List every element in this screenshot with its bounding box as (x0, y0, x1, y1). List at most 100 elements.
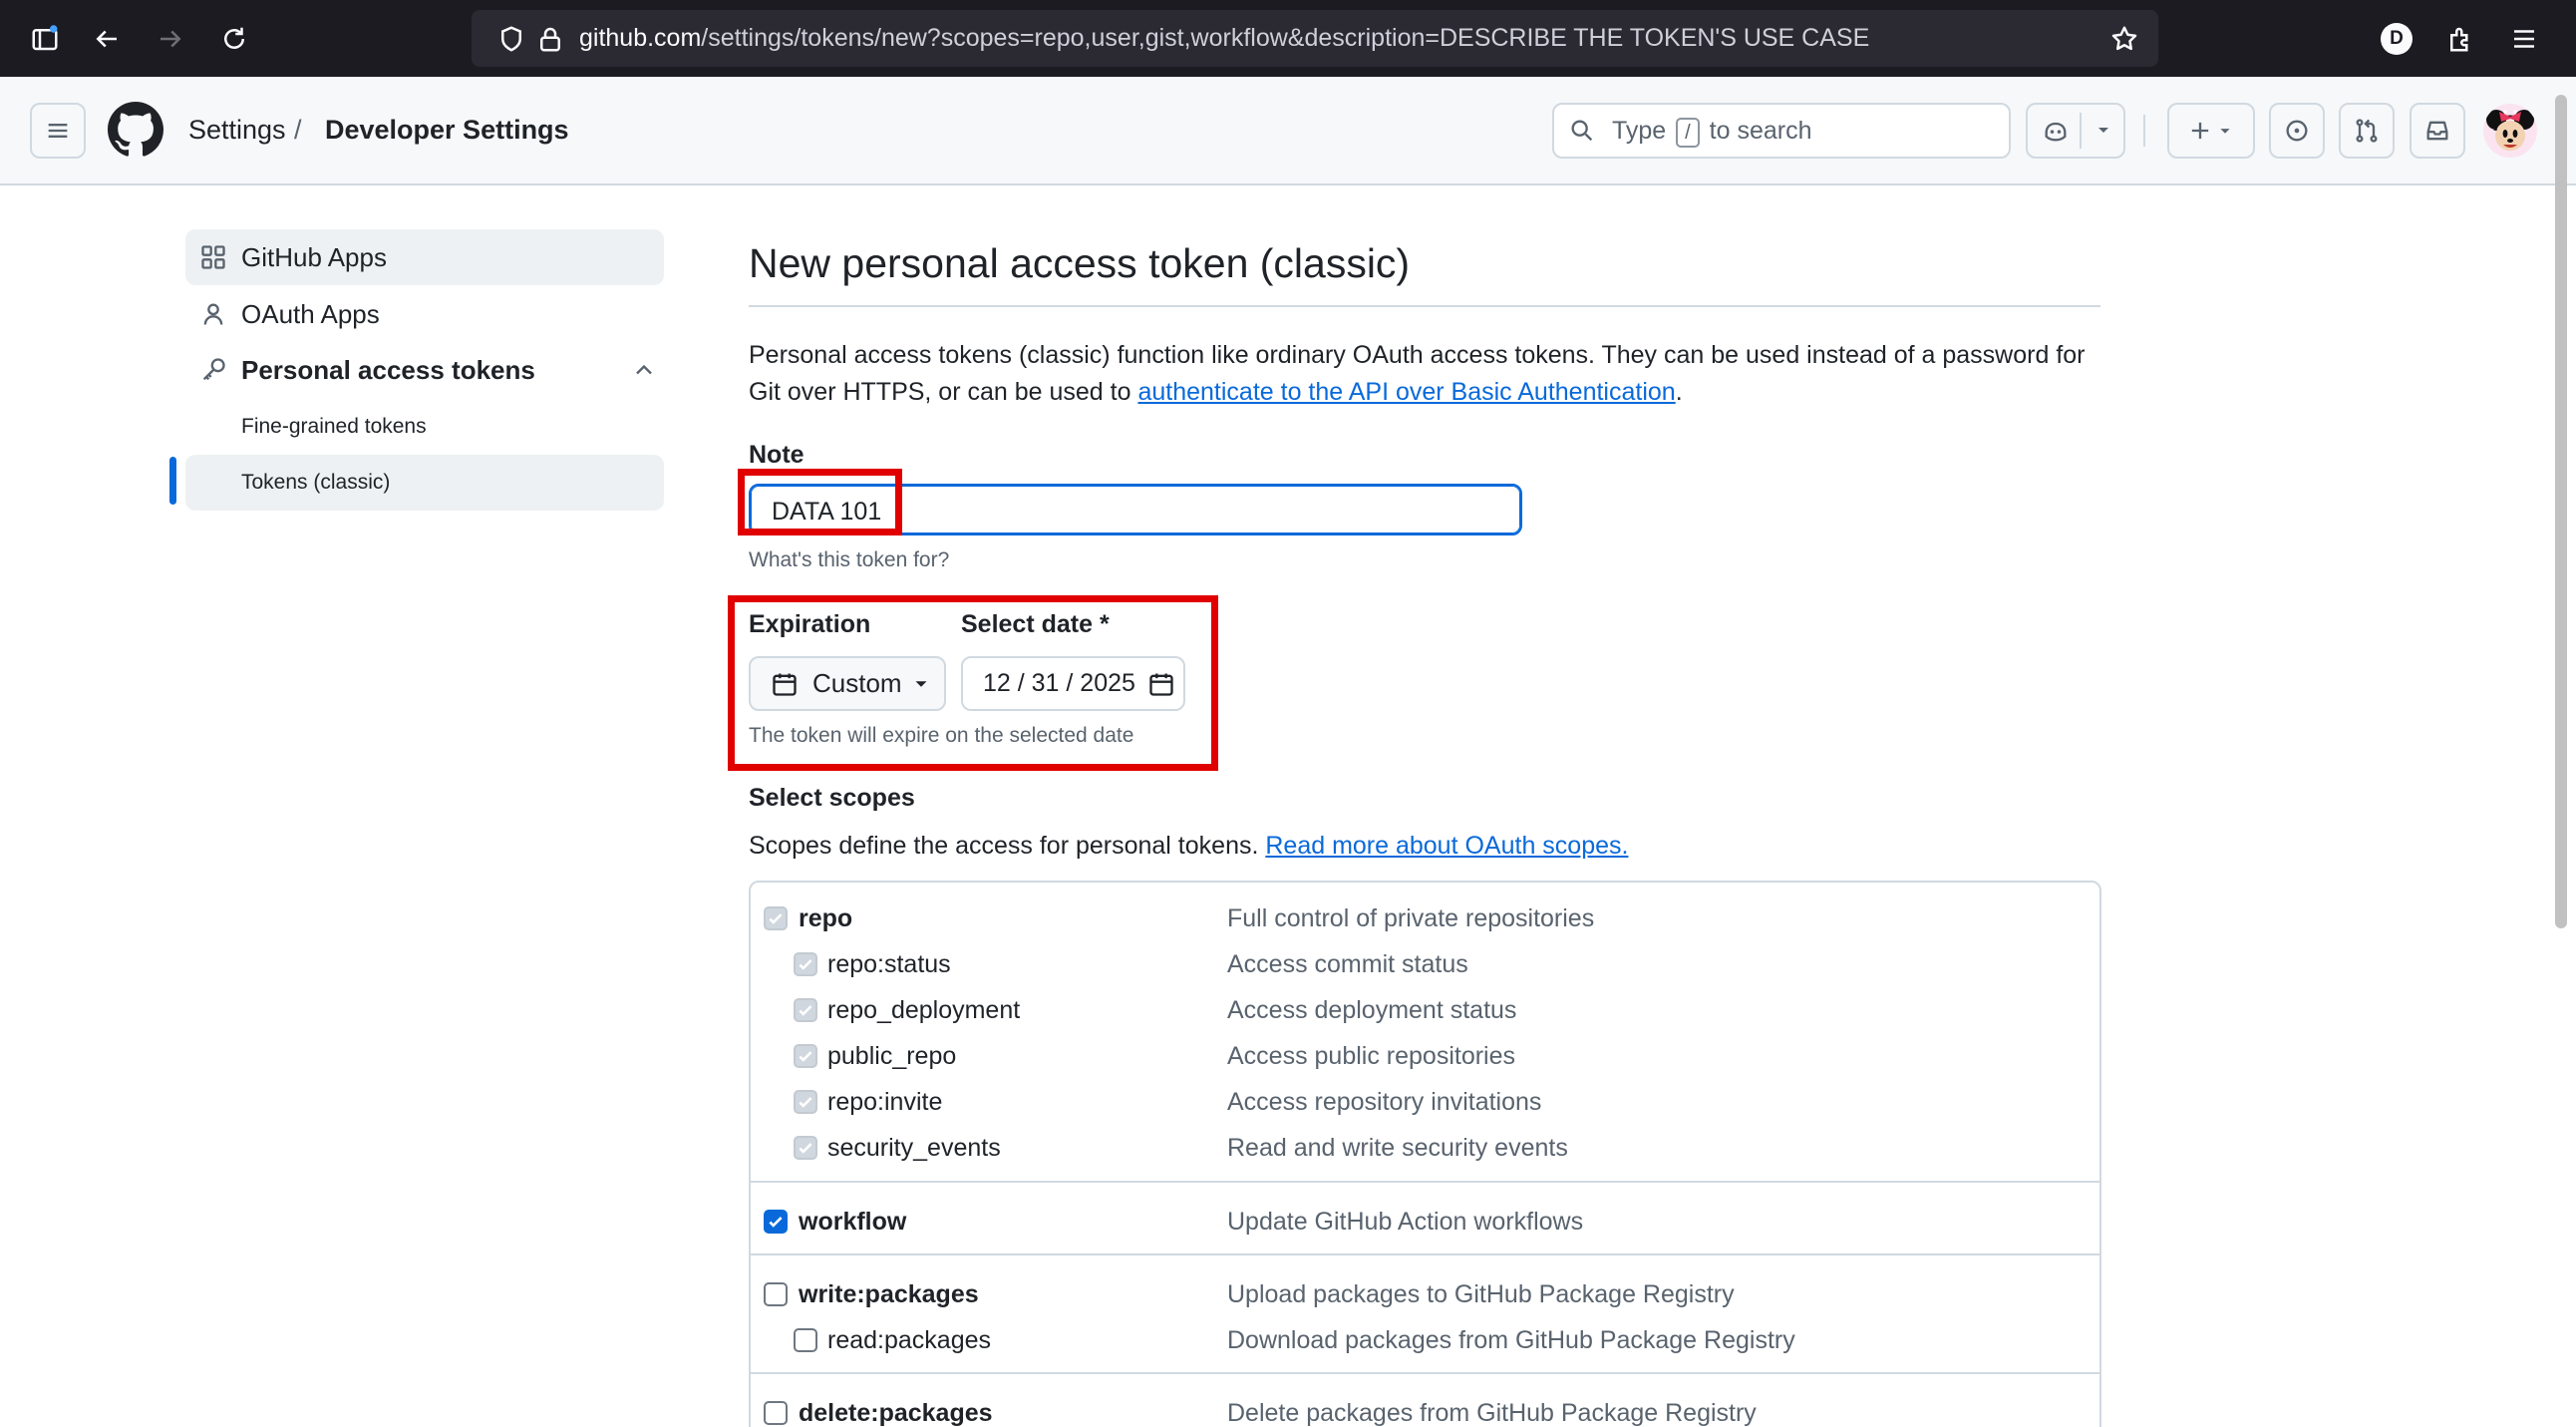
triangle-down-icon (2220, 129, 2230, 134)
basic-auth-link[interactable]: authenticate to the API over Basic Authe… (1137, 378, 1675, 406)
arrow-left-icon (96, 30, 117, 48)
sidebar-item-personal-access-tokens[interactable]: Personal access tokens (185, 342, 664, 398)
scope-name[interactable]: write:packages (799, 1279, 979, 1309)
sidebar-toggle-button[interactable] (20, 14, 70, 64)
copilot-button[interactable] (2026, 103, 2125, 159)
address-bar[interactable]: github.com/settings/tokens/new?scopes=re… (472, 10, 2158, 67)
expiration-value: Custom (812, 668, 902, 698)
note-label: Note (749, 441, 805, 469)
lock-icon[interactable] (535, 24, 565, 54)
page-scrollbar[interactable] (2555, 95, 2567, 928)
nav-menu-button[interactable] (30, 103, 86, 159)
extensions-button[interactable] (2435, 14, 2485, 64)
search-placeholder-type: Type (1612, 117, 1667, 145)
sidebar-item-fine-grained-tokens[interactable]: Fine-grained tokens (185, 399, 664, 455)
shield-icon[interactable] (496, 24, 526, 54)
issues-button[interactable] (2269, 103, 2325, 159)
git-pull-request-icon (2356, 119, 2378, 143)
calendar-icon (773, 673, 797, 696)
scope-name[interactable]: repo:invite (827, 1087, 942, 1117)
breadcrumb-settings[interactable]: Settings (188, 108, 286, 152)
scope-checkbox (794, 998, 817, 1022)
check-icon (799, 1097, 812, 1108)
scope-name[interactable]: read:packages (827, 1325, 991, 1355)
search-shortcut-key: / (1676, 118, 1700, 148)
scope-checkbox[interactable] (764, 1210, 788, 1234)
reload-button[interactable] (209, 14, 259, 64)
copilot-icon (2045, 122, 2067, 142)
expiration-label: Expiration (749, 610, 871, 638)
scope-checkbox (794, 952, 817, 976)
scope-description: Access commit status (1227, 950, 1468, 978)
issue-opened-icon (2286, 120, 2308, 142)
browser-menu-button[interactable] (2499, 14, 2549, 64)
scope-name[interactable]: security_events (827, 1133, 1001, 1163)
triangle-down-icon[interactable] (2092, 118, 2115, 142)
check-icon (799, 959, 812, 970)
scope-description: Download packages from GitHub Package Re… (1227, 1326, 1795, 1354)
triangle-down-icon (915, 680, 927, 687)
breadcrumb-separator: / (294, 115, 302, 145)
note-highlight-box (738, 469, 902, 535)
breadcrumb-developer-settings[interactable]: Developer Settings (325, 108, 569, 152)
browser-profile-badge[interactable]: D (2381, 23, 2413, 55)
sidebar-item-label: Tokens (classic) (241, 471, 391, 494)
key-icon (202, 358, 225, 381)
scope-name[interactable]: repo_deployment (827, 995, 1020, 1025)
sidebar-item-oauth-apps[interactable]: OAuth Apps (185, 286, 664, 342)
create-new-button[interactable] (2167, 103, 2255, 159)
inbox-button[interactable] (2410, 103, 2465, 159)
scope-name[interactable]: workflow (799, 1207, 906, 1237)
back-button[interactable] (82, 14, 132, 64)
scope-name[interactable]: repo (799, 903, 852, 933)
scope-checkbox[interactable] (764, 1282, 788, 1306)
scope-name[interactable]: repo:status (827, 949, 951, 979)
scope-name[interactable]: public_repo (827, 1041, 956, 1071)
expiration-date-input[interactable]: 12 / 31 / 2025 (961, 656, 1185, 711)
forward-button[interactable] (146, 14, 195, 64)
user-avatar[interactable] (2483, 104, 2537, 158)
scope-description: Access repository invitations (1227, 1088, 1542, 1116)
url-host: github.com (579, 24, 702, 52)
search-input[interactable]: Type / to search (1552, 103, 2011, 159)
chevron-up-icon[interactable] (630, 356, 658, 384)
arrow-right-icon (161, 30, 181, 48)
sidebar-item-label: GitHub Apps (241, 241, 387, 272)
github-logo-icon[interactable] (108, 102, 163, 158)
plus-icon (2191, 122, 2209, 140)
check-icon (799, 1143, 812, 1154)
url-path: /settings/tokens/new?scopes=repo,user,gi… (701, 24, 1870, 52)
oauth-scopes-link[interactable]: Read more about OAuth scopes. (1265, 832, 1628, 860)
sidebar-item-tokens-classic[interactable]: Tokens (classic) (185, 455, 664, 511)
scope-description: Update GitHub Action workflows (1227, 1208, 1584, 1236)
check-icon (769, 913, 783, 924)
hamburger-icon (2514, 30, 2534, 48)
sidebar-item-label: Fine-grained tokens (241, 415, 427, 438)
browser-toolbar: github.com/settings/tokens/new?scopes=re… (0, 0, 2576, 77)
apps-grid-icon (201, 245, 225, 269)
url-text: github.com/settings/tokens/new?scopes=re… (579, 10, 1869, 67)
expiration-select[interactable]: Custom (749, 656, 946, 711)
star-icon[interactable] (2109, 24, 2139, 54)
search-placeholder: Type / to search (1612, 105, 1812, 157)
pull-requests-button[interactable] (2339, 103, 2395, 159)
scope-description: Upload packages to GitHub Package Regist… (1227, 1280, 1735, 1308)
note-hint: What's this token for? (749, 548, 950, 571)
page-title: New personal access token (classic) (749, 240, 1411, 286)
scope-description: Access deployment status (1227, 996, 1517, 1024)
scope-checkbox (794, 1044, 817, 1068)
puzzle-icon (2450, 27, 2468, 52)
scope-name[interactable]: delete:packages (799, 1398, 993, 1427)
hamburger-icon (48, 124, 68, 138)
scope-checkbox (794, 1090, 817, 1114)
inbox-icon (2426, 121, 2448, 141)
calendar-icon[interactable] (1147, 670, 1175, 698)
scopes-text: Scopes define the access for personal to… (749, 832, 1266, 860)
sidebar-item-github-apps[interactable]: GitHub Apps (185, 229, 664, 285)
check-icon (799, 1005, 812, 1016)
scope-checkbox[interactable] (764, 1401, 788, 1425)
date-value: 12 / 31 / 2025 (983, 669, 1135, 697)
scope-description: Read and write security events (1227, 1134, 1568, 1162)
reload-icon (224, 27, 244, 49)
scope-checkbox[interactable] (794, 1328, 817, 1352)
